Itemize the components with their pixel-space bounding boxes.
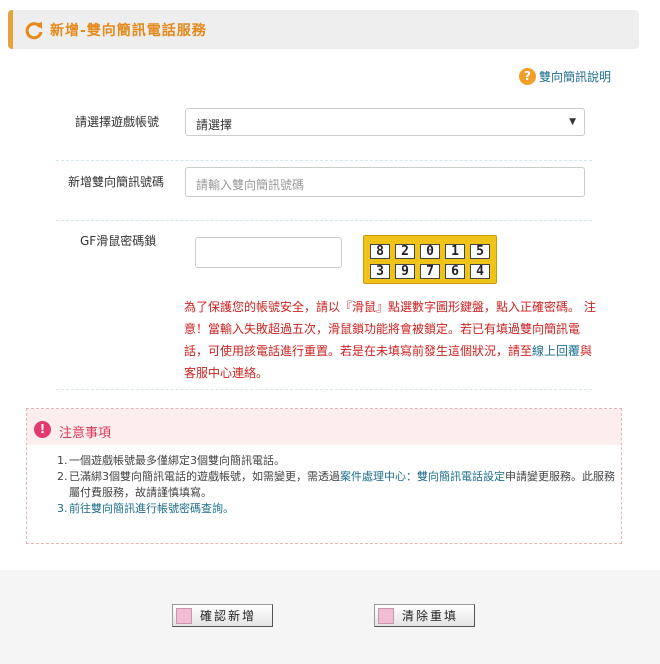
- account-label: 請選擇遊戲帳號: [75, 115, 160, 129]
- keypad-key[interactable]: 6: [445, 264, 465, 279]
- keypad-key[interactable]: 1: [445, 244, 465, 259]
- phone-input[interactable]: 請輸入雙向簡訊號碼: [185, 167, 585, 197]
- account-select[interactable]: 請選擇 ▼: [185, 108, 585, 136]
- keypad-key[interactable]: 9: [395, 264, 415, 279]
- account-select-value: 請選擇: [196, 118, 233, 132]
- confirm-add-button[interactable]: 確認新增: [172, 604, 273, 627]
- sms-help-link[interactable]: ? 雙向簡訊說明: [519, 68, 611, 85]
- keypad-key[interactable]: 4: [470, 264, 490, 279]
- mouse-lock-warning: 為了保護您的帳號安全，請以『滑鼠』點選數字圖形鍵盤，點入正確密碼。 注意！當輸入…: [184, 296, 596, 384]
- button-square-icon: [378, 607, 394, 624]
- exclamation-icon: !: [34, 421, 51, 438]
- sms-help-label: 雙向簡訊說明: [539, 70, 612, 84]
- list-number: 2.: [57, 470, 68, 483]
- mouse-lock-label: GF滑鼠密碼鎖: [80, 234, 157, 248]
- number-keypad: 8 2 0 1 5 3 9 7 6 4: [363, 235, 497, 284]
- divider: [56, 160, 592, 161]
- page-header: 新增-雙向簡訊電話服務: [8, 10, 639, 49]
- footer-bar: [0, 570, 660, 664]
- list-item: 1. 一個遊戲帳號最多僅綁定3個雙向簡訊電話。: [57, 453, 617, 469]
- online-reply-link[interactable]: 線上回覆: [532, 344, 580, 358]
- mouse-lock-password-field[interactable]: [195, 237, 342, 268]
- keypad-key[interactable]: 0: [420, 244, 440, 259]
- list-item: 2. 已滿綁3個雙向簡訊電話的遊戲帳號，如需變更，需透過案件處理中心：雙向簡訊電…: [57, 469, 617, 501]
- list-number: 1.: [57, 454, 68, 467]
- keypad-key[interactable]: 8: [370, 244, 390, 259]
- divider: [56, 220, 592, 221]
- list-number: 3.: [57, 502, 68, 515]
- case-center-link[interactable]: 案件處理中心：雙向簡訊電話設定: [340, 470, 505, 483]
- dropdown-arrow-icon: ▼: [569, 117, 576, 127]
- notice-item-text: 一個遊戲帳號最多僅綁定3個雙向簡訊電話。: [69, 454, 285, 467]
- keypad-key[interactable]: 7: [420, 264, 440, 279]
- header-accent-bar: [8, 10, 13, 49]
- page-title: 新增-雙向簡訊電話服務: [50, 23, 207, 39]
- keypad-key[interactable]: 5: [470, 244, 490, 259]
- clear-label: 清除重填: [402, 609, 459, 623]
- divider: [56, 389, 592, 390]
- keypad-key[interactable]: 2: [395, 244, 415, 259]
- account-query-link[interactable]: 前往雙向簡訊進行帳號密碼查詢。: [69, 501, 234, 517]
- notice-box: ! 注意事項 1. 一個遊戲帳號最多僅綁定3個雙向簡訊電話。 2. 已滿綁3個雙…: [26, 408, 622, 544]
- notice-text: 已滿綁3個雙向簡訊電話的遊戲帳號，如需變更，需透過: [69, 470, 340, 483]
- button-square-icon: [176, 607, 192, 624]
- confirm-label: 確認新增: [200, 609, 257, 623]
- notice-list: 1. 一個遊戲帳號最多僅綁定3個雙向簡訊電話。 2. 已滿綁3個雙向簡訊電話的遊…: [57, 453, 617, 517]
- notice-header: ! 注意事項: [27, 409, 621, 445]
- refresh-icon: [25, 22, 43, 40]
- phone-placeholder: 請輸入雙向簡訊號碼: [196, 178, 305, 192]
- keypad-key[interactable]: 3: [370, 264, 390, 279]
- list-item: 3. 前往雙向簡訊進行帳號密碼查詢。: [57, 501, 617, 517]
- clear-button[interactable]: 清除重填: [374, 604, 475, 627]
- notice-item-text: 已滿綁3個雙向簡訊電話的遊戲帳號，如需變更，需透過案件處理中心：雙向簡訊電話設定…: [69, 469, 617, 501]
- notice-title: 注意事項: [59, 426, 112, 441]
- question-icon: ?: [519, 68, 536, 85]
- phone-label: 新增雙向簡訊號碼: [68, 175, 165, 189]
